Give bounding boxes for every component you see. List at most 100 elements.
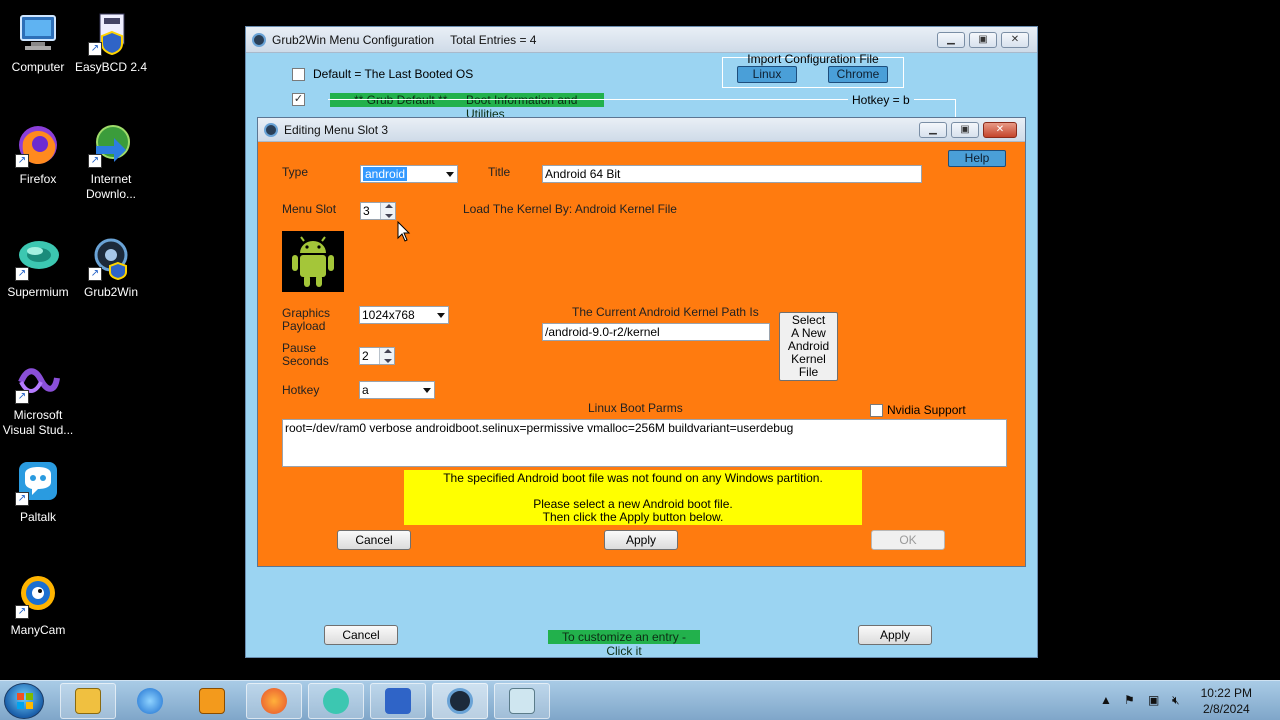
desktop-icon-grub2win[interactable]: ↗ Grub2Win bbox=[73, 235, 149, 300]
taskbar-supermium[interactable] bbox=[308, 683, 364, 719]
maximize-button[interactable]: ▣ bbox=[969, 31, 997, 48]
warning-line: Then click the Apply button below. bbox=[542, 510, 724, 524]
taskbar-notepad[interactable] bbox=[494, 683, 550, 719]
kernel-path-input[interactable]: /android-9.0-r2/kernel bbox=[542, 323, 770, 341]
desktop-icon-label: Computer bbox=[11, 60, 65, 74]
import-config-group: Import Configuration File Linux Chrome bbox=[722, 52, 904, 88]
main-cancel-button[interactable]: Cancel bbox=[324, 625, 398, 645]
load-kernel-label: Load The Kernel By: Android Kernel File bbox=[463, 202, 677, 216]
desktop-icon-paltalk[interactable]: ↗ Paltalk bbox=[0, 460, 76, 525]
desktop-icon-label: Firefox bbox=[19, 172, 57, 186]
menu-entry-checkbox[interactable]: ✓ bbox=[292, 93, 305, 106]
chrome-import-button[interactable]: Chrome bbox=[828, 66, 888, 83]
minimize-button[interactable]: ▁ bbox=[919, 121, 947, 138]
default-last-booted-checkbox[interactable] bbox=[292, 67, 305, 81]
show-hidden-icons[interactable]: ▲ bbox=[1100, 693, 1112, 707]
default-last-booted-label: Default = The Last Booted OS bbox=[313, 67, 474, 81]
menu-slot-label: Menu Slot bbox=[282, 202, 337, 216]
folder-icon bbox=[75, 688, 101, 714]
help-button[interactable]: Help bbox=[948, 150, 1006, 167]
hotkey-select[interactable]: a bbox=[359, 381, 435, 399]
easybcd-icon: ↗ bbox=[88, 10, 134, 56]
easybcd-icon bbox=[385, 688, 411, 714]
title-label: Title bbox=[488, 165, 511, 179]
spin-arrows-icon[interactable] bbox=[380, 203, 395, 219]
main-titlebar[interactable]: Grub2Win Menu Configuration Total Entrie… bbox=[246, 27, 1037, 53]
firefox-icon: ↗ bbox=[15, 122, 61, 168]
desktop-icon-label: Supermium bbox=[7, 285, 69, 299]
main-hotkey-label: Hotkey = b bbox=[848, 93, 914, 107]
linux-import-button[interactable]: Linux bbox=[737, 66, 797, 83]
internet-explorer-icon bbox=[137, 688, 163, 714]
desktop-icon-internet-download[interactable]: ↗ Internet Downlo... bbox=[73, 122, 149, 202]
edit-cancel-button[interactable]: Cancel bbox=[337, 530, 411, 550]
type-select[interactable]: android bbox=[360, 165, 458, 183]
close-button[interactable]: ✕ bbox=[983, 121, 1017, 138]
menu-slot-stepper[interactable]: 3 bbox=[360, 202, 396, 220]
boot-parms-label: Linux Boot Parms bbox=[588, 401, 683, 415]
windows-logo-icon bbox=[17, 693, 33, 709]
edit-titlebar[interactable]: Editing Menu Slot 3 ▁ ▣ ✕ bbox=[258, 118, 1025, 142]
internet-download-icon: ↗ bbox=[88, 122, 134, 168]
main-window-title: Grub2Win Menu Configuration bbox=[272, 32, 435, 47]
desktop-icon-supermium[interactable]: ↗ Supermium bbox=[0, 235, 76, 300]
taskbar-firefox[interactable] bbox=[246, 683, 302, 719]
desktop-icon-manycam[interactable]: ↗ ManyCam bbox=[0, 573, 76, 638]
menu-entry-row[interactable]: ✓ bbox=[292, 93, 305, 106]
manycam-icon: ↗ bbox=[15, 573, 61, 619]
graphics-value: 1024x768 bbox=[362, 308, 415, 322]
chevron-down-icon bbox=[423, 388, 431, 393]
grub2win-icon bbox=[447, 688, 473, 714]
notepad-icon bbox=[509, 688, 535, 714]
close-button[interactable]: ✕ bbox=[1001, 31, 1029, 48]
paltalk-icon: ↗ bbox=[15, 460, 61, 506]
pause-label-line2: Seconds bbox=[282, 354, 329, 368]
desktop-icon-firefox[interactable]: ↗ Firefox bbox=[0, 122, 76, 187]
edit-window-title: Editing Menu Slot 3 bbox=[284, 122, 389, 137]
type-label: Type bbox=[282, 165, 309, 179]
volume-muted-icon[interactable]: 🔇︎ bbox=[1172, 693, 1180, 708]
clock[interactable]: 10:22 PM 2/8/2024 bbox=[1201, 685, 1252, 717]
taskbar-explorer[interactable] bbox=[60, 683, 116, 719]
graphics-label: Graphics Payload bbox=[282, 307, 330, 333]
desktop-icon-computer[interactable]: Computer bbox=[0, 10, 76, 75]
taskbar-easybcd[interactable] bbox=[370, 683, 426, 719]
visual-studio-icon: ↗ bbox=[15, 358, 61, 404]
nvidia-support-row[interactable]: Nvidia Support bbox=[870, 403, 966, 417]
start-button[interactable] bbox=[4, 683, 44, 719]
desktop-icon-easybcd[interactable]: ↗ EasyBCD 2.4 bbox=[73, 10, 149, 75]
title-input[interactable]: Android 64 Bit bbox=[542, 165, 922, 183]
edit-menu-slot-window: Editing Menu Slot 3 ▁ ▣ ✕ Help Type andr… bbox=[257, 117, 1026, 567]
boot-parms-textarea[interactable]: root=/dev/ram0 verbose androidboot.selin… bbox=[282, 419, 1007, 467]
maximize-button[interactable]: ▣ bbox=[951, 121, 979, 138]
nvidia-support-label: Nvidia Support bbox=[887, 403, 966, 417]
nvidia-support-checkbox[interactable] bbox=[870, 403, 883, 417]
flag-icon[interactable]: ⚑ bbox=[1124, 693, 1135, 707]
network-icon[interactable]: ▣ bbox=[1148, 693, 1159, 707]
chevron-down-icon bbox=[446, 172, 454, 177]
kernel-path-label: The Current Android Kernel Path Is bbox=[572, 305, 759, 319]
desktop-icon-label: Microsoft Visual Stud... bbox=[2, 408, 74, 437]
main-apply-button[interactable]: Apply bbox=[858, 625, 932, 645]
grub2win-app-icon bbox=[264, 122, 278, 137]
menu-slot-value: 3 bbox=[363, 204, 370, 218]
taskbar-grub2win[interactable] bbox=[432, 683, 488, 719]
graphics-select[interactable]: 1024x768 bbox=[359, 306, 449, 324]
type-value: android bbox=[363, 167, 408, 181]
desktop-icon-label: Internet Downlo... bbox=[85, 172, 137, 201]
select-kernel-button[interactable]: Select A New Android Kernel File bbox=[779, 312, 838, 381]
graphics-label-line2: Payload bbox=[282, 319, 326, 333]
desktop-icon-label: EasyBCD 2.4 bbox=[74, 60, 148, 74]
default-last-booted-row[interactable]: Default = The Last Booted OS bbox=[292, 67, 473, 81]
taskbar-media[interactable] bbox=[184, 683, 240, 719]
edit-ok-button[interactable]: OK bbox=[871, 530, 945, 550]
minimize-button[interactable]: ▁ bbox=[937, 31, 965, 48]
desktop-icon-visual-studio[interactable]: ↗ Microsoft Visual Stud... bbox=[0, 358, 76, 438]
pause-seconds-stepper[interactable]: 2 bbox=[359, 347, 395, 365]
android-logo-icon bbox=[282, 231, 344, 292]
taskbar-ie[interactable] bbox=[122, 683, 178, 719]
warning-line: The specified Android boot file was not … bbox=[443, 471, 823, 485]
edit-apply-button[interactable]: Apply bbox=[604, 530, 678, 550]
desktop-icon-label: Grub2Win bbox=[83, 285, 139, 299]
spin-arrows-icon[interactable] bbox=[379, 348, 394, 364]
